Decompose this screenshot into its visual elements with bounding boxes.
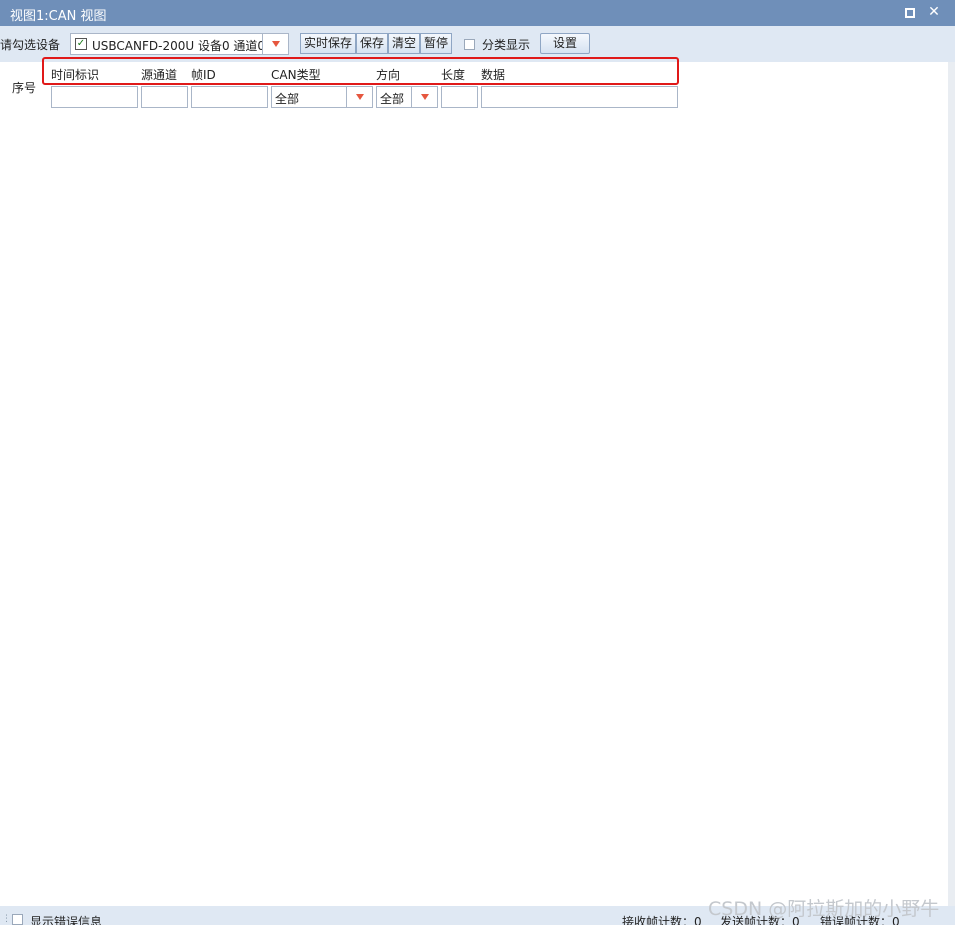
show-errors-checkbox[interactable] bbox=[12, 914, 23, 925]
data-filter-input[interactable] bbox=[481, 86, 678, 108]
timestamp-filter-input[interactable] bbox=[51, 86, 138, 108]
device-checkbox-icon[interactable]: ✓ bbox=[75, 38, 87, 50]
close-icon[interactable]: ✕ bbox=[927, 5, 941, 20]
device-prompt-label: 请勾选设备 bbox=[0, 38, 61, 52]
dropdown-arrow-icon[interactable] bbox=[346, 87, 372, 107]
source-channel-filter-input[interactable] bbox=[141, 86, 188, 108]
realtime-save-button[interactable]: 实时保存 bbox=[300, 33, 356, 54]
device-select-value: USBCANFD-200U 设备0 通道0 bbox=[92, 39, 262, 53]
length-filter-input[interactable] bbox=[441, 86, 478, 108]
category-display-label: 分类显示 bbox=[482, 38, 531, 52]
vertical-scrollbar[interactable] bbox=[948, 62, 955, 906]
can-type-filter-value: 全部 bbox=[275, 92, 300, 106]
direction-filter-select[interactable]: 全部 bbox=[376, 86, 438, 108]
can-type-filter-select[interactable]: 全部 bbox=[271, 86, 373, 108]
row-number-header: 序号 bbox=[12, 81, 37, 95]
pause-button[interactable]: 暂停 bbox=[420, 33, 452, 54]
frame-id-filter-input[interactable] bbox=[191, 86, 268, 108]
recv-count: 接收帧计数：0 bbox=[622, 915, 702, 925]
settings-button[interactable]: 设置 bbox=[540, 33, 590, 54]
category-display-checkbox[interactable] bbox=[464, 39, 475, 50]
message-grid[interactable] bbox=[0, 62, 948, 906]
dropdown-arrow-icon[interactable] bbox=[411, 87, 437, 107]
dropdown-arrow-icon[interactable] bbox=[262, 34, 288, 54]
grip-icon: ⋮ bbox=[2, 914, 11, 924]
save-button[interactable]: 保存 bbox=[356, 33, 388, 54]
column-header-highlight bbox=[42, 57, 679, 85]
window-titlebar: 视图1:CAN 视图 ✕ bbox=[0, 0, 955, 26]
direction-filter-value: 全部 bbox=[380, 92, 405, 106]
watermark: CSDN @阿拉斯加的小野牛 bbox=[708, 898, 940, 920]
clear-button[interactable]: 清空 bbox=[388, 33, 420, 54]
window-title: 视图1:CAN 视图 bbox=[10, 9, 107, 24]
restore-icon[interactable] bbox=[903, 6, 917, 20]
show-errors-label: 显示错误信息 bbox=[30, 915, 103, 925]
device-select[interactable]: ✓ USBCANFD-200U 设备0 通道0 bbox=[70, 33, 289, 55]
